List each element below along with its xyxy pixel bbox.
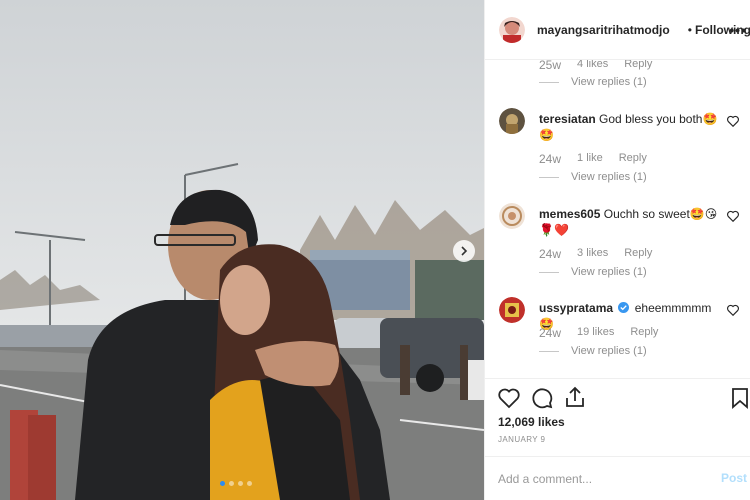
comment-text: teresiatan God bless you both🤩🤩 — [539, 111, 719, 143]
comment-likes[interactable]: 19 likes — [577, 326, 614, 340]
comment-likes[interactable]: 1 like — [577, 152, 603, 166]
avatar[interactable] — [499, 108, 525, 134]
add-comment-bar: Post — [485, 456, 750, 500]
post-photo[interactable] — [0, 0, 484, 500]
comment-age: 24w — [539, 152, 562, 166]
comment-meta: 24w 3 likes Reply — [539, 247, 652, 261]
post-button[interactable]: Post — [721, 471, 747, 485]
separator-dot: • — [687, 22, 692, 37]
comment-meta: 24w 1 like Reply — [539, 152, 647, 166]
post-actions: 12,069 likes JANUARY 9 — [485, 378, 750, 468]
more-options-button[interactable]: ••• — [729, 22, 747, 38]
instagram-post-view: mayangsaritrihatmodjo • Following ••• 25… — [0, 0, 750, 500]
view-replies[interactable]: View replies (1) — [539, 171, 647, 183]
carousel-indicator — [220, 481, 252, 486]
comments-list[interactable]: 25w 4 likes Reply View replies (1) teres… — [485, 60, 750, 380]
view-replies-label: View replies (1) — [571, 266, 647, 278]
view-replies-label: View replies (1) — [571, 171, 647, 183]
comment-username[interactable]: teresiatan — [539, 112, 596, 126]
username-link[interactable]: mayangsaritrihatmodjo — [537, 23, 685, 37]
comment-input[interactable] — [498, 471, 698, 486]
share-icon[interactable] — [563, 386, 587, 410]
carousel-dot — [229, 481, 234, 486]
reply-button[interactable]: Reply — [624, 60, 652, 72]
comment-username[interactable]: ussypratama — [539, 301, 613, 315]
view-replies[interactable]: View replies (1) — [539, 266, 647, 278]
comment-meta: 25w 4 likes Reply — [539, 60, 652, 72]
reply-button[interactable]: Reply — [624, 247, 652, 261]
view-replies[interactable]: View replies (1) — [539, 76, 647, 88]
post-header: mayangsaritrihatmodjo • Following ••• — [485, 0, 750, 60]
heart-icon[interactable] — [726, 303, 740, 317]
carousel-dot — [247, 481, 252, 486]
avatar[interactable] — [499, 203, 525, 229]
reply-button[interactable]: Reply — [630, 326, 658, 340]
view-replies-label: View replies (1) — [571, 76, 647, 88]
comment-likes[interactable]: 4 likes — [577, 60, 608, 72]
comment-username[interactable]: memes605 — [539, 207, 600, 221]
divider — [539, 81, 559, 83]
reply-button[interactable]: Reply — [619, 152, 647, 166]
heart-icon[interactable] — [726, 114, 740, 128]
carousel-dot — [220, 481, 225, 486]
comment-meta: 24w 19 likes Reply — [539, 326, 658, 340]
avatar[interactable] — [499, 297, 525, 323]
view-replies[interactable]: View replies (1) — [539, 345, 647, 357]
comment-icon[interactable] — [530, 386, 554, 410]
chevron-right-icon — [461, 246, 468, 256]
comment-text: memes605 Ouchh so sweet🤩😘🌹❤️ — [539, 206, 719, 238]
view-replies-label: View replies (1) — [571, 345, 647, 357]
divider — [539, 350, 559, 352]
avatar[interactable] — [499, 16, 525, 43]
comment-age: 25w — [539, 60, 562, 72]
comment-age: 24w — [539, 326, 562, 340]
comment-age: 24w — [539, 247, 562, 261]
likes-count[interactable]: 12,069 likes — [498, 415, 565, 429]
bookmark-icon[interactable] — [728, 386, 750, 410]
carousel-next-button[interactable] — [453, 240, 475, 262]
carousel-dot — [238, 481, 243, 486]
post-side-panel: mayangsaritrihatmodjo • Following ••• 25… — [484, 0, 750, 500]
comment-likes[interactable]: 3 likes — [577, 247, 608, 261]
post-date: JANUARY 9 — [498, 435, 546, 444]
verified-badge-icon — [618, 302, 630, 313]
divider — [539, 271, 559, 273]
heart-icon[interactable] — [497, 386, 521, 410]
heart-icon[interactable] — [726, 209, 740, 223]
divider — [539, 176, 559, 178]
